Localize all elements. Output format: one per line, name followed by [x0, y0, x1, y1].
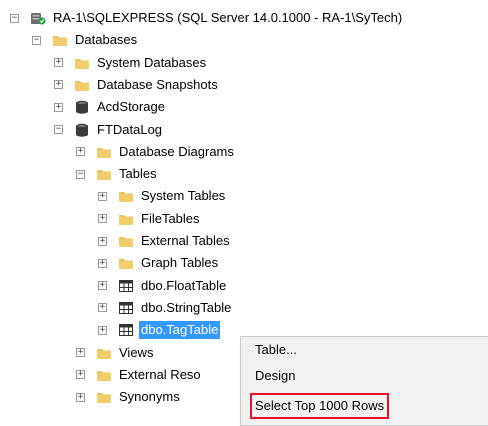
tree-node-label[interactable]: FileTables — [139, 210, 202, 228]
expand-icon[interactable]: + — [76, 370, 85, 380]
tree-node[interactable]: + FileTables — [98, 208, 202, 230]
tree-node[interactable]: − Tables — [76, 163, 159, 185]
folder-icon — [74, 78, 90, 92]
tree-node-label[interactable]: Databases — [73, 31, 139, 49]
tree-node-label[interactable]: External Tables — [139, 232, 232, 250]
tree-node-label[interactable]: RA-1\SQLEXPRESS (SQL Server 14.0.1000 - … — [51, 9, 404, 27]
tree-node-label[interactable]: FTDataLog — [95, 121, 164, 139]
table-icon — [118, 279, 134, 293]
folder-icon — [74, 56, 90, 70]
tree-node[interactable]: + Graph Tables — [98, 252, 220, 274]
expand-icon[interactable]: + — [98, 214, 107, 224]
database-icon — [74, 100, 90, 114]
menu-item-design[interactable]: Design — [255, 365, 295, 387]
folder-icon — [118, 189, 134, 203]
folder-icon — [118, 256, 134, 270]
folder-icon — [96, 346, 112, 360]
tree-node-label[interactable]: dbo.FloatTable — [139, 277, 228, 295]
expand-icon[interactable]: + — [98, 191, 107, 201]
tree-node-label[interactable]: Graph Tables — [139, 254, 220, 272]
database-icon — [74, 123, 90, 137]
tree-node[interactable]: + AcdStorage — [54, 96, 167, 118]
tree-node[interactable]: + dbo.FloatTable — [98, 275, 228, 297]
folder-icon — [96, 390, 112, 404]
folder-icon — [96, 145, 112, 159]
folder-icon — [52, 33, 68, 47]
tree-node-label[interactable]: Views — [117, 344, 155, 362]
expand-icon[interactable]: + — [54, 102, 63, 112]
folder-icon — [96, 368, 112, 382]
folder-icon — [118, 234, 134, 248]
expand-icon[interactable]: + — [54, 80, 63, 90]
tree-node[interactable]: + External Reso — [76, 364, 203, 386]
tree-node-label[interactable]: External Reso — [117, 366, 203, 384]
menu-item-table[interactable]: Table... — [255, 339, 297, 361]
tree-node-label[interactable]: System Databases — [95, 54, 208, 72]
table-icon — [118, 301, 134, 315]
folder-icon — [96, 167, 112, 181]
tree-node-label[interactable]: Tables — [117, 165, 159, 183]
tree-node-label[interactable]: Database Snapshots — [95, 76, 220, 94]
collapse-icon[interactable]: − — [54, 125, 63, 134]
tree-node[interactable]: + Synonyms — [76, 386, 182, 408]
collapse-icon[interactable]: − — [10, 13, 19, 23]
table-icon — [118, 323, 134, 337]
tree-node-label[interactable]: Synonyms — [117, 388, 182, 406]
tree-node[interactable]: + System Databases — [54, 52, 208, 74]
collapse-icon[interactable]: − — [32, 35, 41, 45]
folder-icon — [118, 212, 134, 226]
tree-node[interactable]: + System Tables — [98, 185, 227, 207]
expand-icon[interactable]: + — [98, 236, 107, 246]
tree-node-label[interactable]: dbo.TagTable — [139, 321, 221, 340]
expand-icon[interactable]: + — [98, 303, 107, 313]
expand-icon[interactable]: + — [98, 258, 107, 268]
expand-icon[interactable]: + — [98, 281, 107, 291]
expand-icon[interactable]: + — [54, 58, 63, 68]
tree-node[interactable]: − Databases — [32, 29, 139, 51]
tree-node-label[interactable]: dbo.StringTable — [139, 299, 233, 317]
server-icon — [30, 11, 46, 25]
tree-node[interactable]: + dbo.StringTable — [98, 297, 233, 319]
tree-node[interactable]: + External Tables — [98, 230, 232, 252]
expand-icon[interactable]: + — [76, 348, 85, 357]
tree-node-label[interactable]: Database Diagrams — [117, 143, 236, 161]
context-menu: Table... Design Select Top 1000 Rows — [240, 336, 488, 426]
tree-node-label[interactable]: AcdStorage — [95, 98, 167, 116]
expand-icon[interactable]: + — [98, 325, 107, 335]
collapse-icon[interactable]: − — [76, 169, 85, 179]
expand-icon[interactable]: + — [76, 147, 85, 157]
tree-node[interactable]: − RA-1\SQLEXPRESS (SQL Server 14.0.1000 -… — [10, 7, 404, 29]
tree-node[interactable]: + Database Diagrams — [76, 141, 236, 163]
tree-node[interactable]: + dbo.TagTable — [98, 319, 221, 341]
tree-node[interactable]: + Views — [76, 342, 155, 364]
tree-node[interactable]: − FTDataLog — [54, 119, 164, 141]
tree-node[interactable]: + Database Snapshots — [54, 74, 220, 96]
tree-node-label[interactable]: System Tables — [139, 187, 227, 205]
menu-item-select-top-1000-rows[interactable]: Select Top 1000 Rows — [249, 393, 390, 419]
expand-icon[interactable]: + — [76, 392, 85, 402]
